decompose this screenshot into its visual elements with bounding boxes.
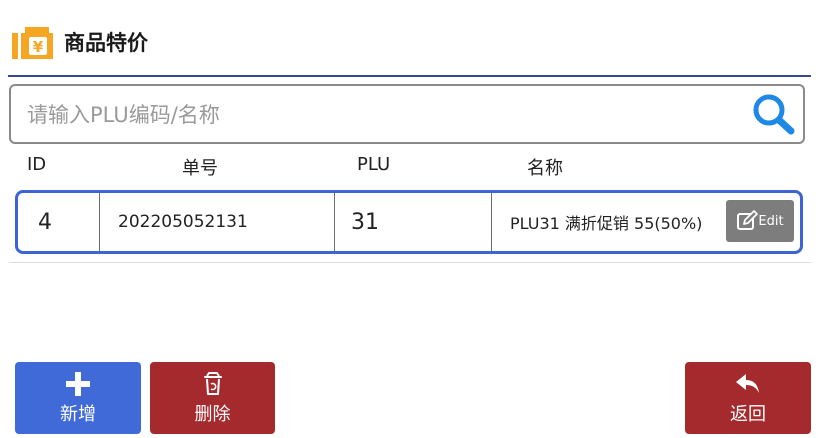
table-divider	[9, 262, 811, 263]
reply-arrow-icon	[735, 370, 761, 398]
edit-button[interactable]: Edit	[726, 200, 794, 242]
plus-icon	[65, 370, 91, 398]
search-input[interactable]	[25, 86, 729, 144]
search-bar	[9, 84, 805, 144]
table-row[interactable]: 4 202205052131 31 PLU31 满折促销 55(50%) Edi…	[15, 190, 803, 254]
search-icon[interactable]	[749, 92, 799, 138]
header-divider	[8, 75, 811, 77]
trash-icon	[203, 370, 223, 398]
price-tag-yen-icon: ¥	[10, 23, 56, 61]
back-button-label: 返回	[730, 404, 766, 425]
page-header: ¥ 商品特价	[10, 22, 148, 62]
cell-number: 202205052131	[100, 193, 335, 251]
cell-plu: 31	[335, 193, 492, 251]
cell-id: 4	[18, 193, 100, 251]
column-header-plu: PLU	[357, 154, 391, 175]
logo-yen-glyph: ¥	[33, 38, 44, 56]
edit-label: Edit	[758, 213, 784, 229]
add-button[interactable]: 新增	[15, 362, 141, 434]
delete-button-label: 删除	[194, 404, 231, 425]
edit-icon	[736, 210, 759, 232]
column-header-id: ID	[27, 154, 47, 175]
add-button-label: 新增	[60, 404, 96, 425]
back-button[interactable]: 返回	[685, 362, 811, 434]
cell-name: PLU31 满折促销 55(50%) Edit	[492, 193, 800, 251]
cell-name-text: PLU31 满折促销 55(50%)	[510, 214, 703, 233]
column-header-number: 单号	[182, 158, 218, 179]
column-header-name: 名称	[527, 158, 563, 179]
delete-button[interactable]: 删除	[150, 362, 275, 434]
page-title: 商品特价	[64, 31, 148, 55]
